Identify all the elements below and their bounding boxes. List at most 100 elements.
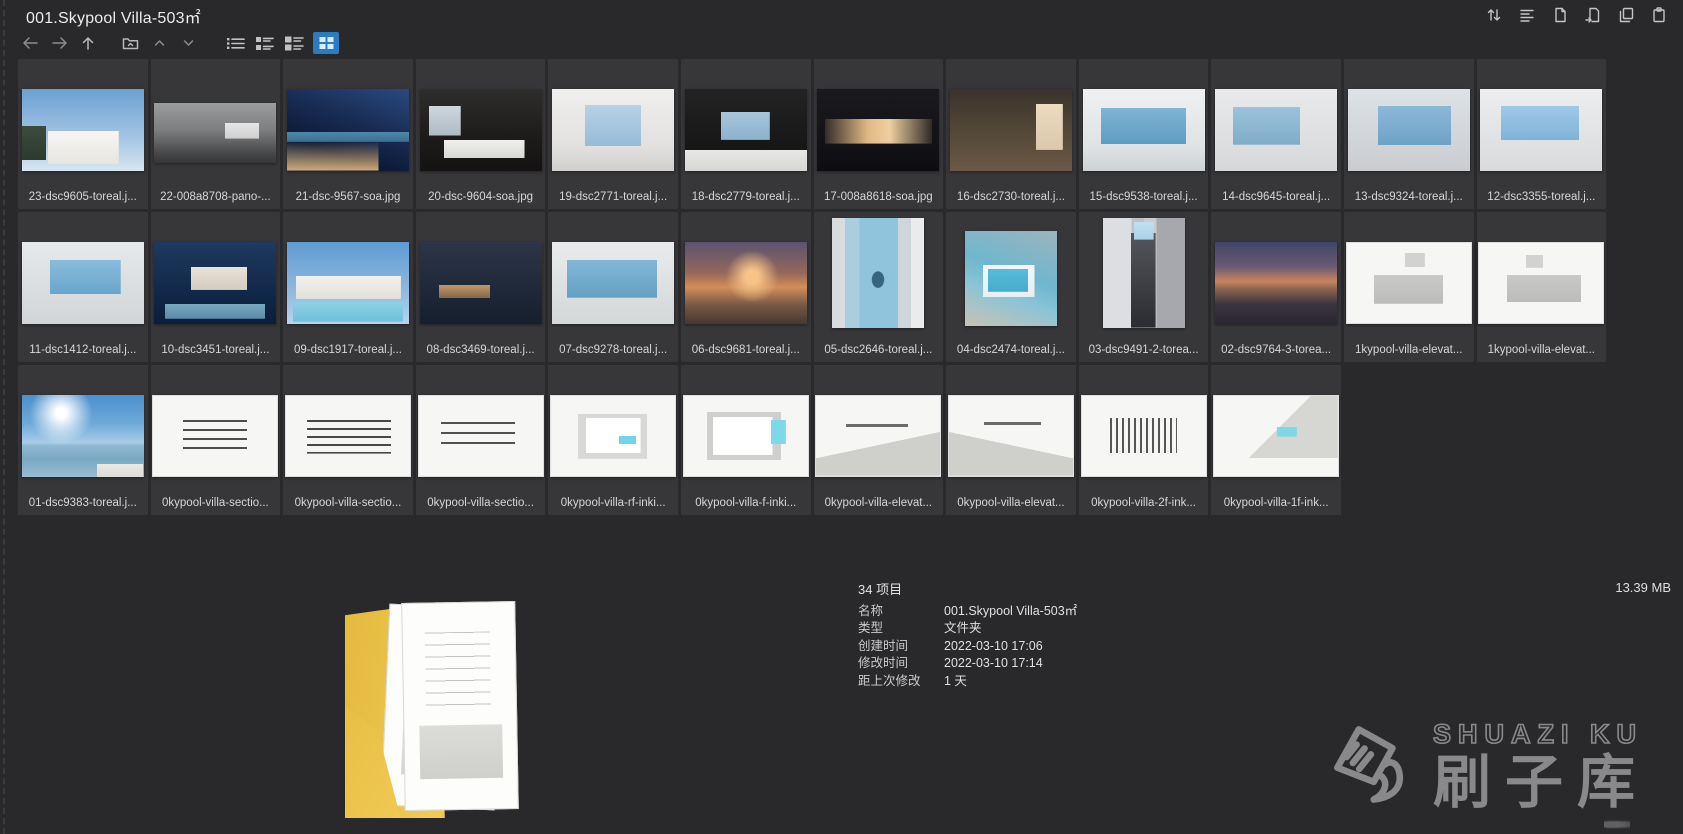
file-tile[interactable]: 18-dsc2779-toreal.j... [681,59,811,209]
paste-icon [1651,7,1667,23]
file-tile[interactable]: 06-dsc9681-toreal.j... [681,212,811,362]
file-name: 15-dsc9538-toreal.j... [1082,191,1206,203]
file-tile[interactable]: 11-dsc1412-toreal.j... [18,212,148,362]
file-tile[interactable]: 03-dsc9491-2-torea... [1079,212,1209,362]
file-name: 07-dsc9278-toreal.j... [551,344,675,356]
up-button[interactable] [78,32,98,54]
file-tile[interactable]: 1kypool-villa-elevat... [1477,212,1607,362]
detail-label: 修改时间 [858,655,944,672]
file-tile[interactable]: 0kypool-villa-sectio... [283,365,413,515]
file-thumbnail [1346,242,1472,324]
paste-button[interactable] [1649,5,1669,25]
detail-value: 001.Skypool Villa-503㎡ [944,603,1077,620]
file-tile[interactable]: 10-dsc3451-toreal.j... [151,212,281,362]
back-button[interactable] [20,32,40,54]
sort-icon [1486,7,1502,23]
detail-value: 2022-03-10 17:06 [944,638,1043,655]
detail-value: 2022-03-10 17:14 [944,655,1043,672]
sort-order-button[interactable] [1517,5,1537,25]
file-thumbnail [1348,89,1470,171]
file-thumbnail [154,103,276,163]
file-tile[interactable]: 14-dsc9645-toreal.j... [1211,59,1341,209]
forward-icon [51,36,68,50]
file-tile[interactable]: 0kypool-villa-f-inki... [681,365,811,515]
file-tile[interactable]: 04-dsc2474-toreal.j... [946,212,1076,362]
collapse-button[interactable] [149,32,169,54]
file-tile[interactable]: 01-dsc9383-toreal.j... [18,365,148,515]
file-tile[interactable]: 08-dsc3469-toreal.j... [416,212,546,362]
file-name: 14-dsc9645-toreal.j... [1214,191,1338,203]
file-thumbnail [685,89,807,171]
file-name: 0kypool-villa-sectio... [286,497,410,509]
file-thumbnail [152,395,278,477]
panel-splitter[interactable] [3,0,5,834]
file-name: 13-dsc9324-toreal.j... [1347,191,1471,203]
forward-button[interactable] [49,32,69,54]
file-tile[interactable]: 0kypool-villa-rf-inki... [548,365,678,515]
file-tile[interactable]: 0kypool-villa-1f-ink... [1211,365,1341,515]
file-tile[interactable]: 07-dsc9278-toreal.j... [548,212,678,362]
file-thumbnail [965,231,1057,326]
chevron-up-icon [153,38,166,48]
thumbnail-view-button[interactable] [313,32,339,54]
file-tile[interactable]: 19-dsc2771-toreal.j... [548,59,678,209]
content-view-icon [285,36,304,51]
content-view-button[interactable] [284,32,304,54]
file-thumbnail [420,89,542,171]
file-thumbnail [950,89,1072,171]
file-tile[interactable]: 16-dsc2730-toreal.j... [946,59,1076,209]
titlebar-actions [1484,5,1669,25]
file-tile[interactable]: 22-008a8708-pano-... [151,59,281,209]
file-tile[interactable]: 0kypool-villa-sectio... [416,365,546,515]
total-size: 13.39 MB [1615,580,1671,595]
details-view-button[interactable] [255,32,275,54]
detail-row: 类型 文件夹 [858,620,1077,637]
file-tile[interactable]: 09-dsc1917-toreal.j... [283,212,413,362]
file-tile[interactable]: 21-dsc-9567-soa.jpg [283,59,413,209]
file-tile[interactable]: 17-008a8618-soa.jpg [814,59,944,209]
file-name: 16-dsc2730-toreal.j... [949,191,1073,203]
file-thumbnail [1081,395,1207,477]
file-tile[interactable]: 12-dsc3355-toreal.j... [1477,59,1607,209]
file-name: 04-dsc2474-toreal.j... [949,344,1073,356]
import-file-button[interactable] [1583,5,1603,25]
sort-order-icon [1519,7,1535,23]
new-file-button[interactable] [1550,5,1570,25]
file-tile[interactable]: 23-dsc9605-toreal.j... [18,59,148,209]
file-thumbnail [948,395,1074,477]
watermark: SHUAZI KU 刷子库 [1323,716,1649,812]
chevron-down-icon [182,38,195,48]
file-tile[interactable]: 0kypool-villa-elevat... [814,365,944,515]
list-view-icon [227,36,245,51]
file-tile[interactable]: 13-dsc9324-toreal.j... [1344,59,1474,209]
file-tile[interactable]: 0kypool-villa-sectio... [151,365,281,515]
sort-button[interactable] [1484,5,1504,25]
file-thumbnail [287,89,409,171]
file-tile[interactable]: 02-dsc9764-3-torea... [1211,212,1341,362]
detail-value: 文件夹 [944,620,982,637]
file-thumbnail [285,395,411,477]
folder-title: 001.Skypool Villa-503㎡ [26,4,201,28]
folder-up-button[interactable] [120,32,140,54]
file-tile[interactable]: 20-dsc-9604-soa.jpg [416,59,546,209]
file-tile[interactable]: 0kypool-villa-2f-ink... [1079,365,1209,515]
file-tile[interactable]: 05-dsc2646-toreal.j... [814,212,944,362]
watermark-latin: SHUAZI KU [1433,721,1643,748]
file-name: 0kypool-villa-sectio... [419,497,543,509]
file-thumbnail [420,242,542,324]
watermark-smudge [1604,820,1630,829]
file-tile[interactable]: 15-dsc9538-toreal.j... [1079,59,1209,209]
file-tile[interactable]: 0kypool-villa-elevat... [946,365,1076,515]
list-view-button[interactable] [226,32,246,54]
thumbnail-view-icon [318,35,335,51]
expand-button[interactable] [178,32,198,54]
folder-icon [122,36,139,50]
file-tile[interactable]: 1kypool-villa-elevat... [1344,212,1474,362]
copy-button[interactable] [1616,5,1636,25]
file-name: 08-dsc3469-toreal.j... [419,344,543,356]
file-thumbnail [1478,242,1604,324]
file-thumbnail [22,395,144,477]
file-thumbnail [1215,242,1337,324]
file-name: 0kypool-villa-elevat... [817,497,941,509]
up-icon [81,36,95,50]
